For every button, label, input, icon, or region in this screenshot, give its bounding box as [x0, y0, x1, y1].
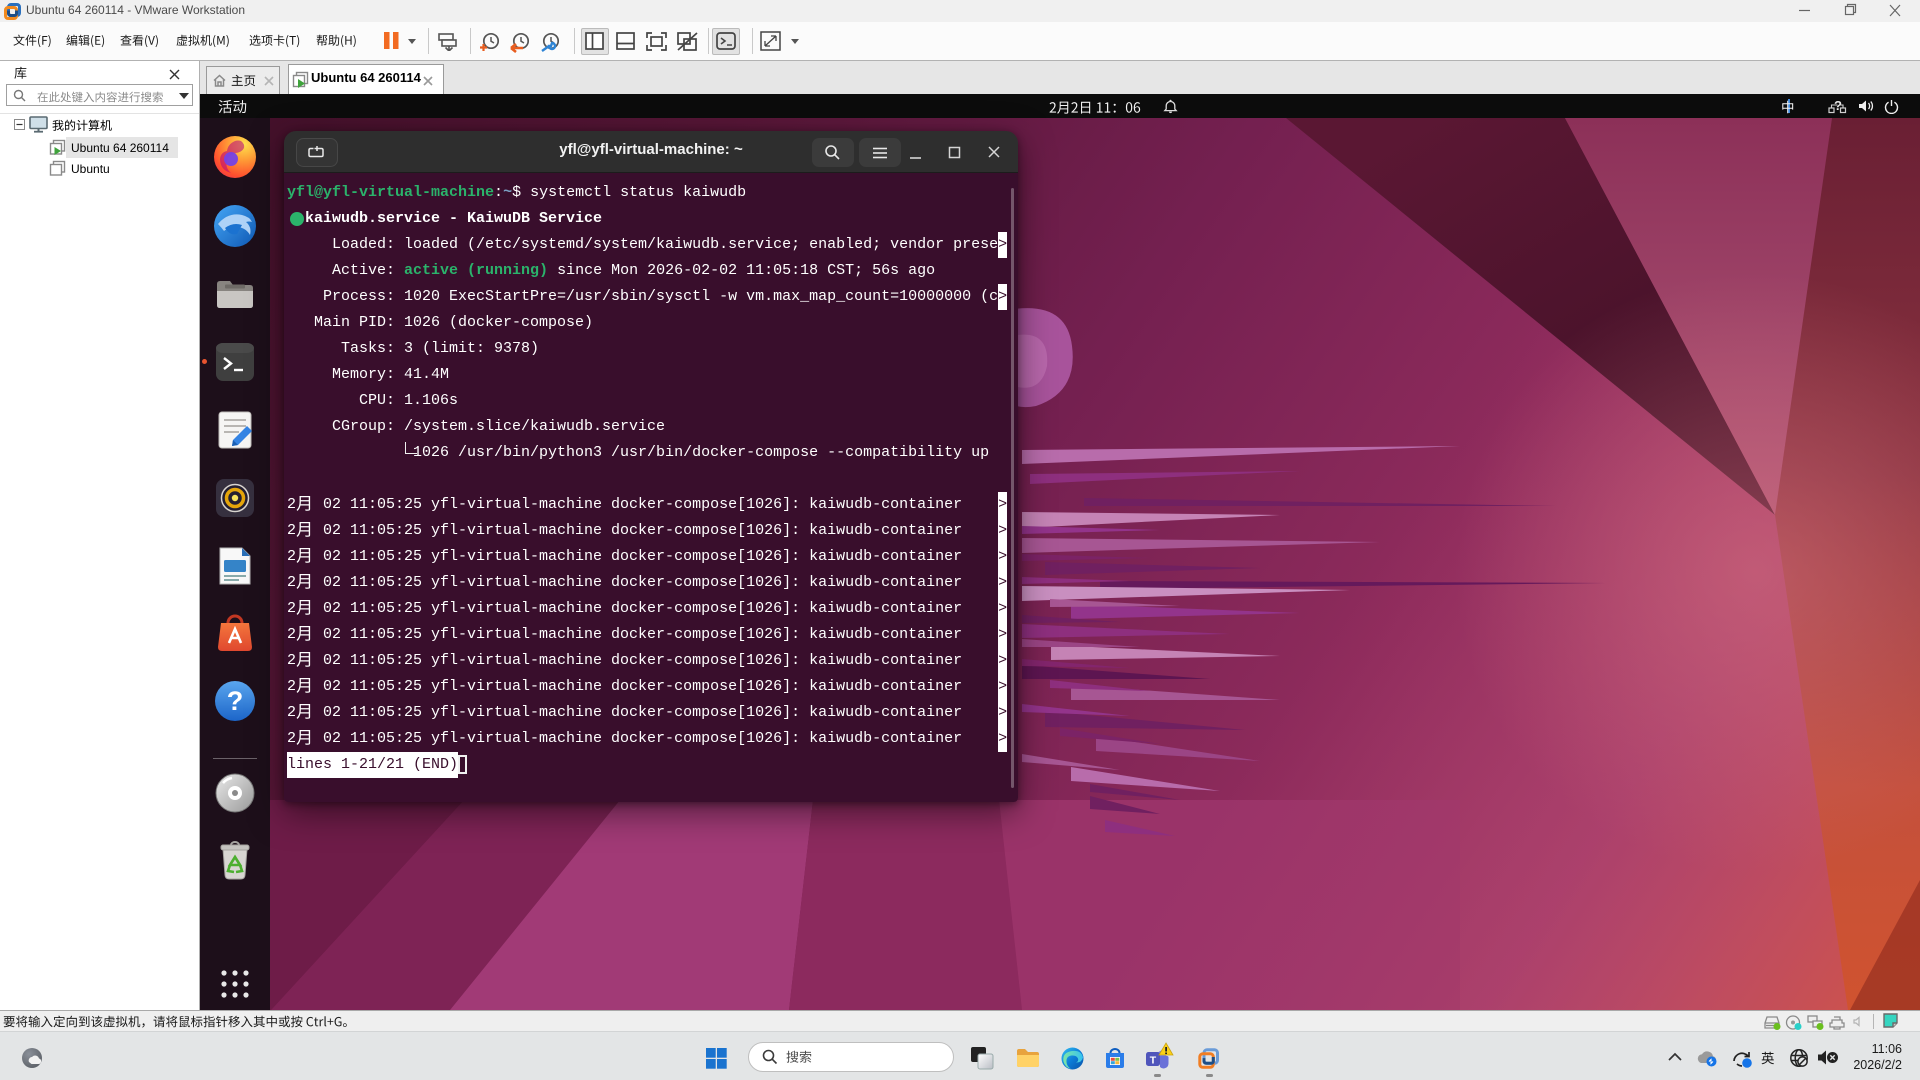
svg-text:?: ?: [227, 686, 244, 716]
svg-text:T: T: [1150, 1055, 1157, 1067]
